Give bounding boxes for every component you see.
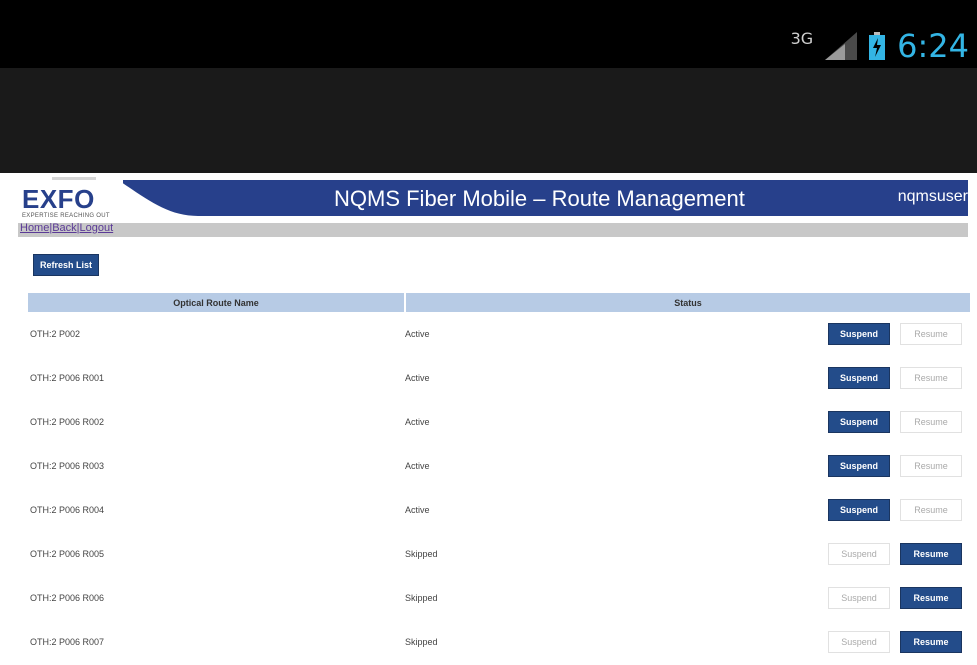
- suspend-button[interactable]: Suspend: [828, 499, 890, 521]
- android-status-bar: 3G 6:24: [0, 0, 977, 68]
- home-link[interactable]: Home: [20, 222, 49, 234]
- row-actions: Suspend Resume: [816, 576, 970, 620]
- back-link[interactable]: Back: [52, 222, 76, 234]
- resume-button: Resume: [900, 411, 962, 433]
- resume-button[interactable]: Resume: [900, 587, 962, 609]
- signal-icon: [825, 32, 858, 60]
- table-row: OTH:2 P006 R007 Skipped Suspend Resume: [28, 620, 970, 664]
- suspend-button[interactable]: Suspend: [828, 367, 890, 389]
- route-status: Active: [405, 461, 430, 471]
- suspend-button: Suspend: [828, 631, 890, 653]
- route-name: OTH:2 P006 R002: [30, 417, 105, 427]
- row-actions: Suspend Resume: [816, 620, 970, 664]
- nav-links: Home|Back|Logout: [20, 222, 113, 234]
- resume-button: Resume: [900, 455, 962, 477]
- row-actions: Suspend Resume: [816, 400, 970, 444]
- route-name: OTH:2 P002: [30, 329, 81, 339]
- column-header-route-name: Optical Route Name: [28, 293, 406, 312]
- logo-area: EXFO EXPERTISE REACHING OUT: [18, 180, 123, 224]
- web-page: EXFO EXPERTISE REACHING OUT NQMS Fiber M…: [18, 180, 970, 665]
- table-row: OTH:2 P006 R001 Active Suspend Resume: [28, 356, 970, 400]
- column-header-status: Status: [405, 293, 970, 312]
- resume-button: Resume: [900, 367, 962, 389]
- network-type: 3G: [790, 28, 814, 48]
- route-name: OTH:2 P006 R003: [30, 461, 105, 471]
- route-status: Active: [405, 505, 430, 515]
- logo-tagline: EXPERTISE REACHING OUT: [22, 213, 110, 219]
- clock: 6:24: [897, 27, 969, 65]
- route-name: OTH:2 P006 R005: [30, 549, 105, 559]
- table-row: OTH:2 P006 R004 Active Suspend Resume: [28, 488, 970, 532]
- browser-url-bar[interactable]: https://192.168.132.14:8443/nqmsota/app/…: [0, 68, 977, 221]
- logout-link[interactable]: Logout: [80, 222, 114, 234]
- row-actions: Suspend Resume: [816, 488, 970, 532]
- route-status: Active: [405, 329, 430, 339]
- table-row: OTH:2 P006 R002 Active Suspend Resume: [28, 400, 970, 444]
- route-status: Skipped: [405, 593, 438, 603]
- suspend-button: Suspend: [828, 587, 890, 609]
- battery-icon: [869, 32, 886, 60]
- page-header: EXFO EXPERTISE REACHING OUT NQMS Fiber M…: [18, 180, 968, 224]
- table-header-row: Optical Route Name Status: [28, 293, 970, 312]
- route-name: OTH:2 P006 R006: [30, 593, 105, 603]
- username: nqmsuser: [897, 188, 968, 205]
- route-status: Skipped: [405, 637, 438, 647]
- suspend-button[interactable]: Suspend: [828, 411, 890, 433]
- route-name: OTH:2 P006 R007: [30, 637, 105, 647]
- row-actions: Suspend Resume: [816, 444, 970, 488]
- route-status: Active: [405, 373, 430, 383]
- suspend-button[interactable]: Suspend: [828, 455, 890, 477]
- resume-button[interactable]: Resume: [900, 543, 962, 565]
- status-indicators: 3G 6:24: [791, 26, 969, 66]
- row-actions: Suspend Resume: [816, 312, 970, 356]
- table-row: OTH:2 P006 R003 Active Suspend Resume: [28, 444, 970, 488]
- table-row: OTH:2 P006 R005 Skipped Suspend Resume: [28, 532, 970, 576]
- route-name: OTH:2 P006 R004: [30, 505, 105, 515]
- table-row: OTH:2 P006 R006 Skipped Suspend Resume: [28, 576, 970, 620]
- resume-button: Resume: [900, 499, 962, 521]
- route-status: Active: [405, 417, 430, 427]
- resume-button: Resume: [900, 323, 962, 345]
- route-status: Skipped: [405, 549, 438, 559]
- routes-table: Optical Route Name Status OTH:2 P002 Act…: [28, 293, 970, 664]
- device-screen: 3G 6:24 https://192.168.132.14:8443/nqms…: [0, 0, 977, 665]
- suspend-button: Suspend: [828, 543, 890, 565]
- route-name: OTH:2 P006 R001: [30, 373, 105, 383]
- exfo-logo: EXFO: [22, 184, 95, 214]
- table-row: OTH:2 P002 Active Suspend Resume: [28, 312, 970, 356]
- page-title: NQMS Fiber Mobile – Route Management: [334, 186, 745, 211]
- resume-button[interactable]: Resume: [900, 631, 962, 653]
- refresh-list-button[interactable]: Refresh List: [33, 254, 100, 276]
- nav-bar: Home|Back|Logout: [18, 222, 968, 237]
- row-actions: Suspend Resume: [816, 532, 970, 576]
- row-actions: Suspend Resume: [816, 356, 970, 400]
- suspend-button[interactable]: Suspend: [828, 323, 890, 345]
